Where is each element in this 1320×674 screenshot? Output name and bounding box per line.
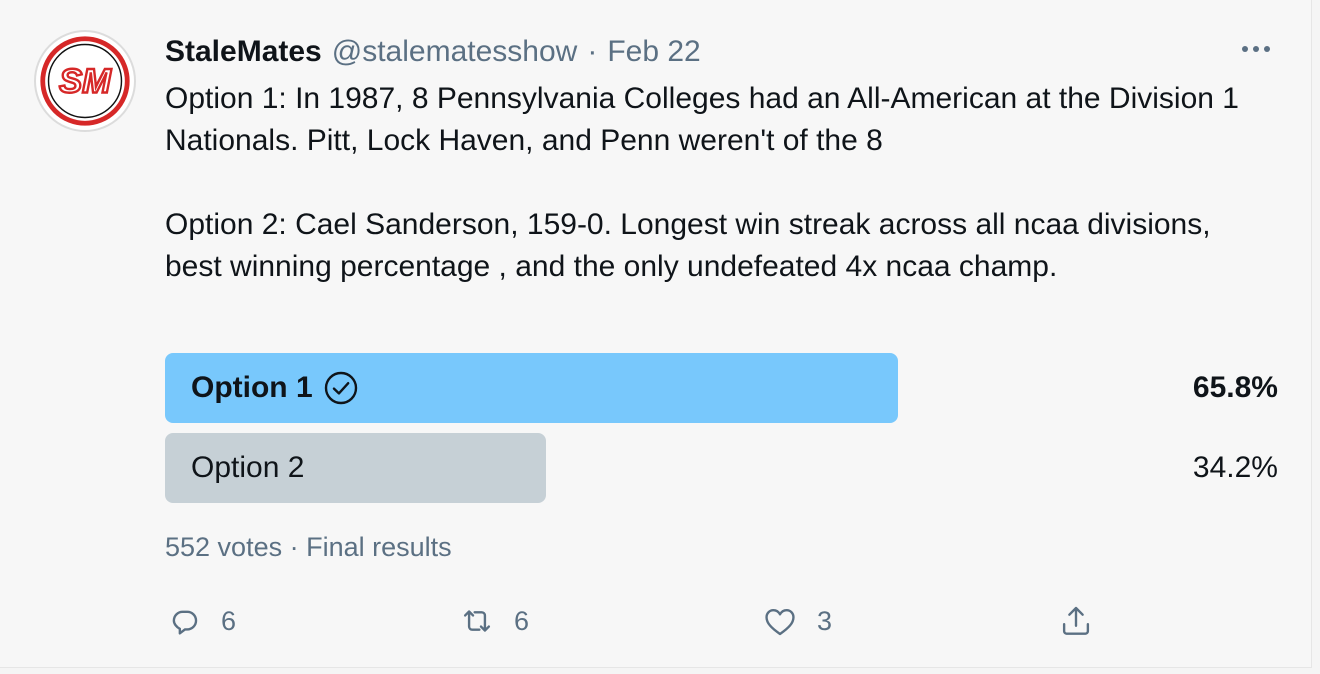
poll-option-label-wrap: Option 2 <box>191 433 304 503</box>
poll-option-label: Option 2 <box>191 451 305 484</box>
stalemates-logo-icon: SM <box>40 36 130 126</box>
poll-option-1: Option 1 65.8% <box>165 353 1278 423</box>
tweet-card[interactable]: SM StaleMates @stalematesshow · Feb 22 O… <box>0 0 1312 668</box>
more-options-icon[interactable] <box>1236 34 1276 64</box>
tweet-date[interactable]: Feb 22 <box>607 35 700 69</box>
tweet-text: Option 1: In 1987, 8 Pennsylvania Colleg… <box>165 78 1245 288</box>
like-count: 3 <box>817 605 833 636</box>
check-circle-icon <box>324 371 357 405</box>
more-dot <box>1242 46 1248 52</box>
like-button[interactable]: 3 <box>761 596 832 646</box>
svg-text:SM: SM <box>59 63 112 101</box>
reply-button[interactable]: 6 <box>165 596 236 646</box>
display-name[interactable]: StaleMates <box>165 35 322 69</box>
tweet-paragraph: Option 1: In 1987, 8 Pennsylvania Colleg… <box>165 82 1239 157</box>
share-button[interactable] <box>1057 596 1095 646</box>
poll-option-2: Option 2 34.2% <box>165 433 1278 503</box>
tweet-actions: 6 6 3 <box>165 596 1125 646</box>
more-dot <box>1253 46 1259 52</box>
retweet-button[interactable]: 6 <box>458 596 529 646</box>
poll-option-label: Option 1 <box>191 371 313 404</box>
heart-icon <box>765 609 795 636</box>
retweet-icon <box>463 610 491 632</box>
poll: Option 1 65.8% Option 2 34.2% <box>165 353 1278 513</box>
more-dot <box>1264 46 1270 52</box>
tweet-paragraph: Option 2: Cael Sanderson, 159-0. Longest… <box>165 208 1211 283</box>
poll-footer: 552 votes · Final results <box>165 532 452 562</box>
reply-icon <box>172 610 198 635</box>
share-icon <box>1062 606 1090 635</box>
header-separator: · <box>587 35 598 68</box>
poll-option-label-wrap: Option 1 <box>191 353 359 423</box>
retweet-count: 6 <box>514 605 530 636</box>
poll-option-percent: 65.8% <box>1192 371 1278 404</box>
tweet-header: StaleMates @stalematesshow · Feb 22 <box>165 30 701 74</box>
reply-count: 6 <box>221 605 237 636</box>
user-handle[interactable]: @stalematesshow <box>332 35 578 69</box>
avatar[interactable]: SM <box>34 30 136 132</box>
poll-option-percent: 34.2% <box>1192 451 1278 484</box>
